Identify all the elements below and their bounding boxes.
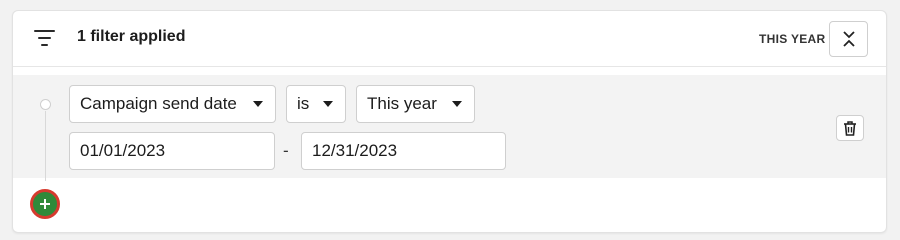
start-date-input[interactable] — [69, 132, 275, 170]
delete-filter-button[interactable] — [836, 115, 864, 141]
operator-select-value: is — [297, 94, 310, 113]
date-range-separator: - — [283, 141, 289, 160]
value-select[interactable]: This year — [356, 85, 475, 123]
collapse-button[interactable] — [829, 21, 868, 57]
filter-count-title: 1 filter applied — [77, 28, 186, 45]
filter-rule-row: Campaign send date is This year - — [13, 75, 886, 181]
trash-icon — [844, 120, 856, 136]
field-select[interactable]: Campaign send date — [69, 85, 276, 123]
chevron-down-icon — [323, 101, 333, 107]
add-filter-button[interactable] — [30, 189, 60, 219]
plus-icon — [40, 199, 50, 209]
operator-select[interactable]: is — [286, 85, 346, 123]
filter-header: 1 filter applied THIS YEAR — [13, 11, 886, 67]
field-select-value: Campaign send date — [80, 94, 237, 113]
collapse-icon — [842, 31, 855, 47]
filter-lines-icon — [34, 29, 56, 47]
value-select-value: This year — [367, 94, 437, 113]
chevron-down-icon — [253, 101, 263, 107]
end-date-input[interactable] — [301, 132, 506, 170]
filter-panel: 1 filter applied THIS YEAR Campaign send… — [12, 10, 887, 233]
period-label: THIS YEAR — [759, 32, 826, 46]
rule-connector-dot — [40, 99, 51, 110]
rule-connector-line — [45, 111, 46, 181]
chevron-down-icon — [452, 101, 462, 107]
